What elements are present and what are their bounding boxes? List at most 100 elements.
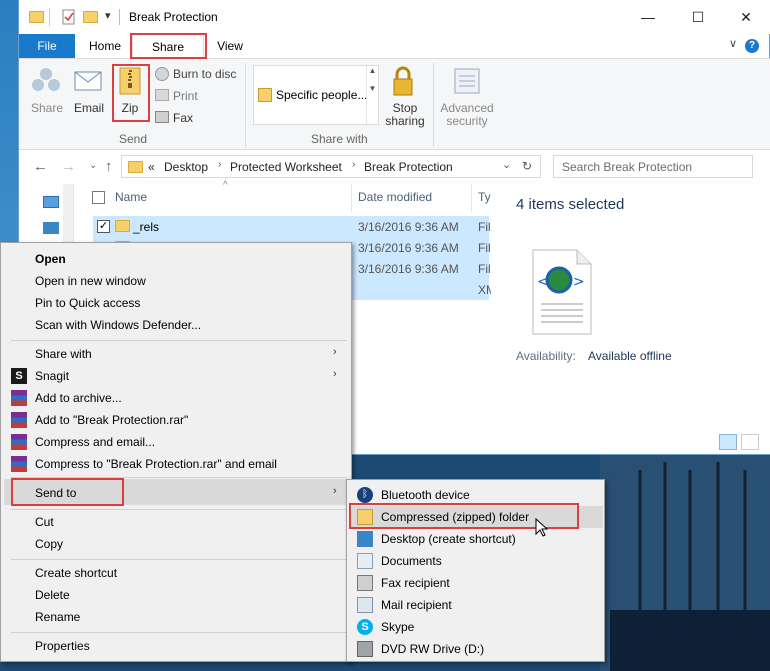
table-row[interactable]: ✓ _rels 3/16/2016 9:36 AM Fil (93, 216, 491, 237)
menu-item-fax-recipient[interactable]: Fax recipient (381, 576, 450, 590)
breadcrumb-break-protection[interactable]: Break Protection (364, 160, 453, 174)
email-icon[interactable] (73, 69, 103, 93)
breadcrumb-separator[interactable]: › (218, 159, 221, 170)
menu-item-share-with[interactable]: Share with (35, 347, 92, 361)
email-button[interactable]: Email (71, 101, 107, 115)
fax-button[interactable]: Fax (173, 111, 193, 125)
divider (119, 9, 120, 25)
file-type: Fil (478, 241, 491, 255)
computer-icon[interactable] (43, 196, 59, 208)
share-with-gallery[interactable]: Specific people... ▲ ▼ (253, 65, 379, 125)
menu-item-open-new-window[interactable]: Open in new window (35, 274, 146, 288)
menu-item-snagit[interactable]: Snagit (35, 369, 69, 383)
menu-item-open[interactable]: Open (35, 252, 66, 266)
tab-file[interactable]: File (19, 34, 75, 58)
refresh-icon[interactable]: ↻ (522, 159, 532, 173)
address-bar[interactable]: « Desktop › Protected Worksheet › Break … (121, 155, 541, 178)
menu-item-compress-email[interactable]: Compress and email... (35, 435, 155, 449)
advanced-security-icon[interactable] (453, 67, 481, 95)
zip-icon[interactable] (119, 67, 141, 95)
chevron-right-icon: › (333, 368, 337, 380)
folder-icon (29, 11, 44, 23)
advanced-security-line2[interactable]: security (439, 114, 495, 128)
menu-item-mail-recipient[interactable]: Mail recipient (381, 598, 452, 612)
menu-item-delete[interactable]: Delete (35, 588, 70, 602)
menu-item-create-shortcut[interactable]: Create shortcut (35, 566, 117, 580)
ribbon-collapse-button[interactable]: ∨ (729, 37, 737, 50)
tab-home[interactable]: Home (79, 34, 131, 58)
menu-item-compress-rar-email[interactable]: Compress to "Break Protection.rar" and e… (35, 457, 277, 471)
close-button[interactable]: ✕ (723, 4, 769, 30)
quick-access-dropdown[interactable]: ▾ (105, 9, 111, 22)
tab-view[interactable]: View (205, 34, 255, 58)
svg-text:>: > (573, 274, 585, 290)
menu-item-compressed-folder[interactable]: Compressed (zipped) folder (381, 510, 529, 524)
recent-locations-button[interactable]: ⌄ (89, 160, 97, 171)
chevron-right-icon: › (333, 346, 337, 358)
menu-item-desktop-shortcut[interactable]: Desktop (create shortcut) (381, 532, 516, 546)
row-checkbox[interactable]: ✓ (97, 220, 110, 233)
details-view-button[interactable] (719, 434, 737, 450)
ribbon-share: Share Email Zip Burn to disc Print Fax S… (19, 58, 770, 150)
share-button[interactable]: Share (29, 101, 65, 115)
address-dropdown-icon[interactable]: ⌄ (502, 158, 511, 171)
menu-item-properties[interactable]: Properties (35, 639, 90, 653)
breadcrumb-protected-worksheet[interactable]: Protected Worksheet (230, 160, 342, 174)
menu-item-rename[interactable]: Rename (35, 610, 80, 624)
stop-sharing-line2[interactable]: sharing (385, 114, 425, 128)
specific-people-item[interactable]: Specific people... (276, 88, 367, 102)
advanced-security-line1[interactable]: Advanced (439, 101, 495, 115)
up-button[interactable]: ↑ (105, 158, 113, 175)
mouse-cursor-icon (535, 517, 549, 541)
search-input[interactable]: Search Break Protection (553, 155, 753, 178)
menu-item-pin-quick-access[interactable]: Pin to Quick access (35, 296, 140, 310)
print-button[interactable]: Print (173, 89, 198, 103)
back-button[interactable]: ← (33, 158, 48, 175)
divider[interactable] (471, 184, 472, 212)
divider (11, 632, 347, 633)
menu-item-add-rar[interactable]: Add to "Break Protection.rar" (35, 413, 188, 427)
breadcrumb-prefix[interactable]: « (148, 160, 155, 174)
new-folder-icon[interactable] (83, 11, 98, 23)
maximize-button[interactable]: ☐ (675, 4, 721, 30)
tab-share[interactable]: Share (132, 34, 204, 59)
lock-icon[interactable] (391, 65, 415, 97)
share-icon[interactable] (31, 65, 61, 95)
divider (245, 63, 246, 147)
help-icon[interactable]: ? (745, 39, 759, 53)
column-header-name[interactable]: Name (115, 190, 147, 204)
menu-item-send-to[interactable]: Send to (35, 486, 76, 500)
breadcrumb-separator[interactable]: › (352, 159, 355, 170)
minimize-button[interactable]: — (625, 4, 671, 30)
large-icons-view-button[interactable] (741, 434, 759, 450)
gallery-scroll[interactable]: ▲ ▼ (366, 66, 378, 124)
file-name: _rels (133, 220, 160, 234)
select-all-checkbox[interactable] (92, 191, 105, 204)
properties-check-icon[interactable] (61, 9, 77, 25)
people-icon (258, 88, 272, 102)
divider (11, 559, 347, 560)
menu-item-scan-defender[interactable]: Scan with Windows Defender... (35, 318, 201, 332)
desktop-icon[interactable] (43, 222, 59, 234)
divider (433, 63, 434, 147)
availability-label: Availability: (516, 349, 576, 363)
forward-button[interactable]: → (61, 158, 76, 175)
column-header-type[interactable]: Ty (478, 190, 491, 204)
menu-item-skype[interactable]: Skype (381, 620, 414, 634)
menu-item-dvd-drive[interactable]: DVD RW Drive (D:) (381, 642, 484, 656)
menu-item-copy[interactable]: Copy (35, 537, 63, 551)
divider[interactable] (351, 184, 352, 212)
menu-item-cut[interactable]: Cut (35, 515, 54, 529)
print-icon (155, 89, 169, 101)
file-type: Fil (478, 262, 491, 276)
burn-to-disc-button[interactable]: Burn to disc (173, 67, 236, 81)
stop-sharing-line1[interactable]: Stop (385, 101, 425, 115)
column-header-date[interactable]: Date modified (358, 190, 432, 204)
menu-item-bluetooth[interactable]: Bluetooth device (381, 488, 470, 502)
share-with-group-label: Share with (311, 132, 368, 146)
menu-item-add-archive[interactable]: Add to archive... (35, 391, 122, 405)
breadcrumb-desktop[interactable]: Desktop (164, 160, 208, 174)
menu-item-documents[interactable]: Documents (381, 554, 442, 568)
zip-button[interactable]: Zip (115, 101, 145, 115)
folder-icon (128, 161, 143, 173)
